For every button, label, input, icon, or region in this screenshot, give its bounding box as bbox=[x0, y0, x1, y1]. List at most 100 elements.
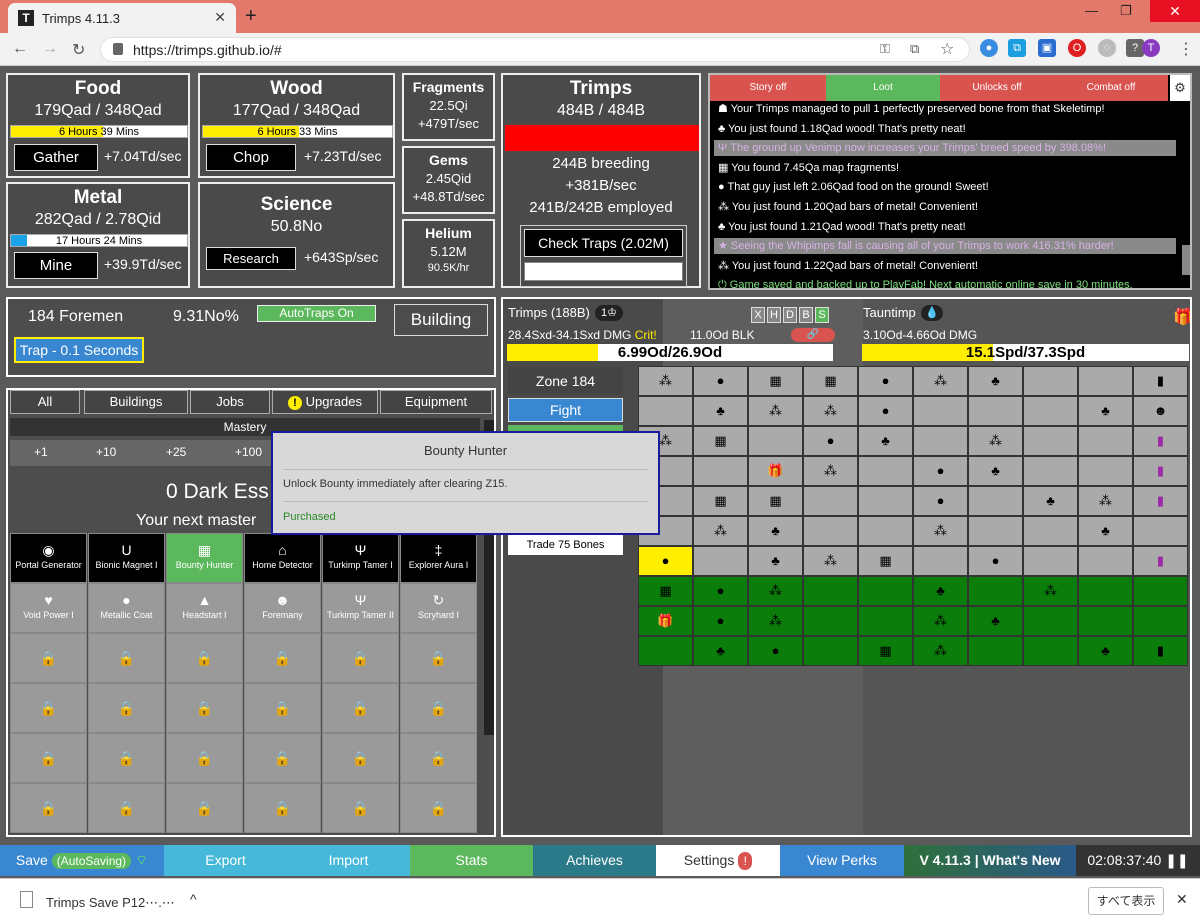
map-cell[interactable] bbox=[968, 516, 1023, 546]
locked-mastery-item[interactable]: 🔒 bbox=[400, 683, 477, 733]
locked-mastery-item[interactable]: 🔒 bbox=[10, 783, 87, 833]
mastery-item[interactable]: Ψ Turkimp Tamer I bbox=[322, 533, 399, 583]
save-button[interactable]: Save (AutoSaving) ⌔ bbox=[0, 845, 164, 876]
close-download-bar-icon[interactable]: ✕ bbox=[1176, 891, 1188, 908]
map-cell[interactable] bbox=[638, 396, 693, 426]
map-cell[interactable] bbox=[1133, 606, 1188, 636]
browser-tab[interactable]: T Trimps 4.11.3 ✕ bbox=[8, 3, 236, 33]
map-cell[interactable] bbox=[913, 426, 968, 456]
map-cell[interactable]: ⁂ bbox=[913, 636, 968, 666]
close-window-icon[interactable]: ✕ bbox=[1150, 0, 1200, 22]
map-cell[interactable]: ● bbox=[968, 546, 1023, 576]
autotraps-toggle[interactable]: AutoTraps On bbox=[257, 305, 376, 322]
toggle-b[interactable]: B bbox=[799, 307, 813, 323]
map-cell[interactable] bbox=[1023, 426, 1078, 456]
chop-button[interactable]: Chop bbox=[206, 144, 296, 171]
map-cell[interactable] bbox=[858, 516, 913, 546]
map-cell[interactable]: ● bbox=[858, 366, 913, 396]
reload-icon[interactable]: ↻ bbox=[72, 40, 85, 60]
locked-mastery-item[interactable]: 🔒 bbox=[244, 633, 321, 683]
locked-mastery-item[interactable]: 🔒 bbox=[322, 683, 399, 733]
map-cell[interactable]: ⁂ bbox=[913, 516, 968, 546]
mastery-item[interactable]: ▲ Headstart I bbox=[166, 583, 243, 633]
locked-mastery-item[interactable]: 🔒 bbox=[400, 783, 477, 833]
stats-button[interactable]: Stats bbox=[410, 845, 533, 876]
map-cell[interactable] bbox=[968, 486, 1023, 516]
increment-100-button[interactable]: +100 bbox=[235, 445, 262, 459]
map-cell[interactable]: ▦ bbox=[803, 366, 858, 396]
map-cell[interactable] bbox=[1023, 606, 1078, 636]
map-cell[interactable] bbox=[693, 456, 748, 486]
import-button[interactable]: Import bbox=[287, 845, 410, 876]
settings-button[interactable]: Settings ! bbox=[656, 845, 780, 876]
extension-square-icon[interactable]: ▣ bbox=[1038, 39, 1056, 57]
extension-blue-icon[interactable]: ● bbox=[980, 39, 998, 57]
extension-opera-icon[interactable]: O bbox=[1068, 39, 1086, 57]
toggle-d[interactable]: D bbox=[783, 307, 797, 323]
map-cell[interactable]: ● bbox=[693, 606, 748, 636]
trap-queue-item[interactable]: Trap - 0.1 Seconds bbox=[14, 337, 144, 363]
map-cell[interactable]: ♣ bbox=[968, 456, 1023, 486]
map-cell[interactable] bbox=[968, 396, 1023, 426]
map-cell[interactable]: ♣ bbox=[1078, 516, 1133, 546]
map-cell[interactable] bbox=[1023, 396, 1078, 426]
locked-mastery-item[interactable]: 🔒 bbox=[400, 633, 477, 683]
tab-jobs[interactable]: Jobs bbox=[190, 390, 270, 414]
locked-mastery-item[interactable]: 🔒 bbox=[244, 733, 321, 783]
map-cell[interactable]: 🎁 bbox=[638, 606, 693, 636]
locked-mastery-item[interactable]: 🔒 bbox=[10, 733, 87, 783]
map-cell[interactable] bbox=[858, 456, 913, 486]
map-cell[interactable]: ⁂ bbox=[748, 576, 803, 606]
log-scrollbar[interactable] bbox=[1182, 245, 1190, 275]
filter-story-button[interactable]: Story off bbox=[710, 75, 826, 101]
log-settings-gear-icon[interactable]: ⚙ bbox=[1170, 75, 1190, 101]
map-cell[interactable]: ⁂ bbox=[803, 396, 858, 426]
map-cell[interactable] bbox=[968, 576, 1023, 606]
back-icon[interactable]: ← bbox=[12, 40, 28, 58]
key-icon[interactable]: ⚿ bbox=[880, 41, 890, 57]
mastery-item[interactable]: ▦ Bounty Hunter bbox=[166, 533, 243, 583]
locked-mastery-item[interactable]: 🔒 bbox=[166, 683, 243, 733]
filter-loot-button[interactable]: Loot bbox=[826, 75, 940, 101]
mastery-item[interactable]: ♥ Void Power I bbox=[10, 583, 87, 633]
map-cell[interactable] bbox=[1078, 576, 1133, 606]
forward-icon[interactable]: → bbox=[42, 40, 58, 58]
url-input[interactable]: https://trimps.github.io/# bbox=[100, 37, 970, 62]
map-cell[interactable]: ☻ bbox=[1133, 396, 1188, 426]
map-cell[interactable]: 🎁 bbox=[748, 456, 803, 486]
map-cell[interactable] bbox=[803, 516, 858, 546]
map-cell[interactable] bbox=[803, 486, 858, 516]
map-cell[interactable]: ▮ bbox=[1133, 486, 1188, 516]
tab-equipment[interactable]: Equipment bbox=[380, 390, 492, 414]
mastery-item[interactable]: U Bionic Magnet I bbox=[88, 533, 165, 583]
increment-1-button[interactable]: +1 bbox=[34, 445, 48, 459]
filter-combat-button[interactable]: Combat off bbox=[1054, 75, 1168, 101]
map-cell[interactable]: ♣ bbox=[1078, 636, 1133, 666]
map-cell[interactable] bbox=[803, 606, 858, 636]
map-cell[interactable]: ⁂ bbox=[968, 426, 1023, 456]
increment-25-button[interactable]: +25 bbox=[166, 445, 186, 459]
map-cell[interactable]: ▮ bbox=[1133, 366, 1188, 396]
mastery-item[interactable]: ⌂ Home Detector bbox=[244, 533, 321, 583]
map-cell[interactable]: ▮ bbox=[1133, 456, 1188, 486]
locked-mastery-item[interactable]: 🔒 bbox=[322, 783, 399, 833]
new-tab-icon[interactable]: + bbox=[245, 5, 257, 28]
mastery-item[interactable]: ☻ Foremany bbox=[244, 583, 321, 633]
map-cell[interactable]: ● bbox=[748, 636, 803, 666]
map-cell[interactable] bbox=[968, 636, 1023, 666]
map-cell[interactable] bbox=[1133, 576, 1188, 606]
map-cell[interactable]: ♣ bbox=[748, 516, 803, 546]
toggle-x[interactable]: X bbox=[751, 307, 765, 323]
export-button[interactable]: Export bbox=[164, 845, 287, 876]
map-cell[interactable] bbox=[913, 546, 968, 576]
map-cell[interactable] bbox=[1023, 456, 1078, 486]
locked-mastery-item[interactable]: 🔒 bbox=[322, 633, 399, 683]
map-cell[interactable] bbox=[913, 396, 968, 426]
mastery-item[interactable]: ‡ Explorer Aura I bbox=[400, 533, 477, 583]
mastery-item[interactable]: ◉ Portal Generator bbox=[10, 533, 87, 583]
research-button[interactable]: Research bbox=[206, 247, 296, 270]
translate-icon[interactable]: ⧉ bbox=[910, 41, 919, 57]
achieves-button[interactable]: Achieves bbox=[533, 845, 656, 876]
locked-mastery-item[interactable]: 🔒 bbox=[10, 683, 87, 733]
gift-icon[interactable]: 🎁 bbox=[1173, 307, 1190, 327]
